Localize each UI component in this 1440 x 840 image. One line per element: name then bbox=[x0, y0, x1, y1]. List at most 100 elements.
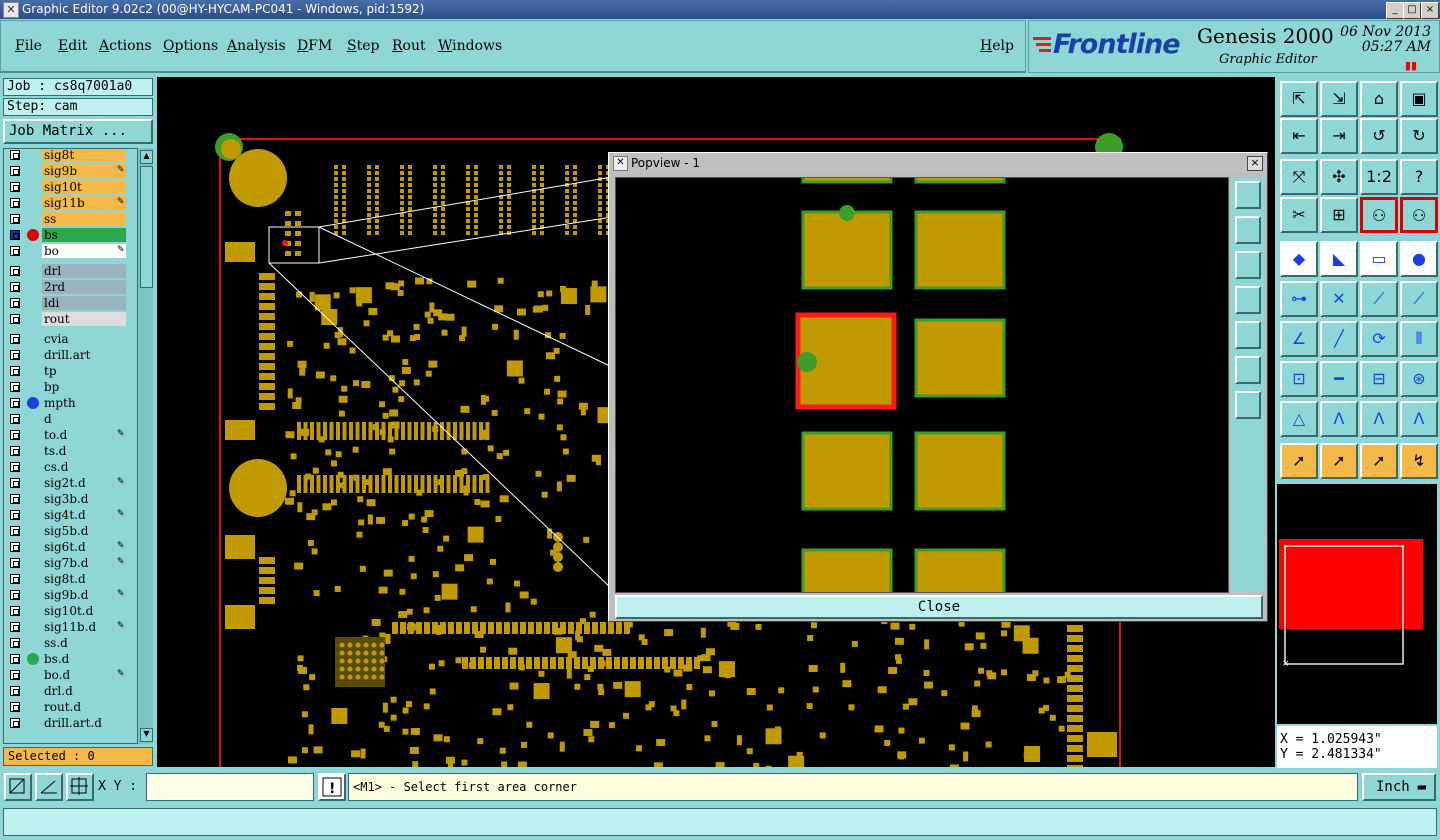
pan-right-icon[interactable]: ⇥ bbox=[1320, 118, 1358, 154]
layer-checkbox[interactable] bbox=[10, 298, 20, 308]
select-pad-icon[interactable]: ◆ bbox=[1280, 241, 1318, 277]
menu-windows[interactable]: Windows bbox=[438, 38, 502, 54]
scroll-thumb[interactable] bbox=[140, 166, 153, 288]
layer-checkbox[interactable] bbox=[10, 526, 20, 536]
layer-row-sig7b-d[interactable]: sig7b.d ✎ bbox=[4, 555, 144, 571]
overview-view[interactable]: × bbox=[1277, 484, 1437, 724]
layer-checkbox[interactable] bbox=[10, 446, 20, 456]
layer-checkbox[interactable] bbox=[10, 638, 20, 648]
layer-name[interactable]: sig11b bbox=[42, 196, 126, 210]
measure-ruler-icon[interactable]: ✂ bbox=[1280, 197, 1318, 233]
layer-row-sig10t-d[interactable]: sig10t.d bbox=[4, 603, 144, 619]
warning-icon[interactable]: ! bbox=[318, 773, 346, 801]
layer-checkbox[interactable] bbox=[10, 542, 20, 552]
layer-checkbox[interactable] bbox=[10, 382, 20, 392]
layer-name[interactable]: bo.d bbox=[42, 668, 126, 682]
layer-name[interactable]: rout.d bbox=[42, 700, 126, 714]
layer-row-mpth[interactable]: mpth bbox=[4, 395, 144, 411]
peak-select-icon[interactable]: Λ bbox=[1360, 401, 1398, 437]
layer-checkbox[interactable] bbox=[10, 574, 20, 584]
layer-row-ss-d[interactable]: ss.d bbox=[4, 635, 144, 651]
popview-titlebar[interactable]: ✕ Popview - 1 × bbox=[609, 153, 1267, 173]
ruler-icon[interactable]: ▭ bbox=[1360, 241, 1398, 277]
layer-checkbox[interactable] bbox=[10, 430, 20, 440]
layer-checkbox[interactable] bbox=[10, 622, 20, 632]
zoom-center-icon[interactable] bbox=[1235, 391, 1261, 419]
snap-mode-icon[interactable] bbox=[4, 773, 32, 801]
layer-name[interactable]: drl bbox=[42, 264, 126, 278]
pan-right-icon[interactable] bbox=[1235, 321, 1261, 349]
net-display-icon[interactable]: ⚇ bbox=[1360, 197, 1398, 233]
resize-pad-icon[interactable]: ⊟ bbox=[1360, 361, 1398, 397]
grid-icon[interactable]: ⊞ bbox=[1320, 197, 1358, 233]
layer-checkbox[interactable] bbox=[10, 150, 20, 160]
straight-line-icon[interactable]: ╱ bbox=[1320, 321, 1358, 357]
layer-row-sig5b-d[interactable]: sig5b.d bbox=[4, 523, 144, 539]
layer-row-sig11b[interactable]: sig11b ✎ bbox=[4, 195, 144, 211]
angle-line-icon[interactable]: ∠ bbox=[1280, 321, 1318, 357]
undo-view-icon[interactable]: ↺ bbox=[1360, 118, 1398, 154]
pointer-icon[interactable]: ➚ bbox=[1280, 443, 1318, 479]
layer-row-2rd[interactable]: 2rd bbox=[4, 279, 144, 295]
popview-close-icon[interactable]: × bbox=[1247, 156, 1263, 171]
layer-checkbox[interactable] bbox=[10, 334, 20, 344]
cross-move-icon[interactable]: ✕ bbox=[1320, 281, 1358, 317]
layer-name[interactable]: tp bbox=[42, 364, 126, 378]
layer-name[interactable]: sig9b bbox=[42, 164, 126, 178]
layer-checkbox[interactable] bbox=[10, 266, 20, 276]
layer-name[interactable]: ts.d bbox=[42, 444, 126, 458]
layer-row-sig2t-d[interactable]: sig2t.d ✎ bbox=[4, 475, 144, 491]
layer-checkbox[interactable] bbox=[10, 670, 20, 680]
zoom-home-icon[interactable] bbox=[1235, 356, 1261, 384]
minimize-button[interactable]: _ bbox=[1386, 2, 1404, 19]
layer-row-drl-d[interactable]: drl.d bbox=[4, 683, 144, 699]
layer-name[interactable]: sig5b.d bbox=[42, 524, 126, 538]
layer-row-cs-d[interactable]: cs.d bbox=[4, 459, 144, 475]
move-line-icon[interactable]: ⟋ bbox=[1400, 281, 1438, 317]
pad-place-icon[interactable]: ⊡ bbox=[1280, 361, 1318, 397]
peak-cross-icon[interactable]: Λ bbox=[1400, 401, 1438, 437]
layer-name[interactable]: sig8t bbox=[42, 149, 126, 162]
layer-name[interactable]: sig10t bbox=[42, 180, 126, 194]
layer-row-d[interactable]: d bbox=[4, 411, 144, 427]
layer-checkbox[interactable] bbox=[10, 510, 20, 520]
layer-checkbox[interactable] bbox=[10, 478, 20, 488]
layer-name[interactable]: d bbox=[42, 412, 126, 426]
pan-left-icon[interactable]: ⇤ bbox=[1280, 118, 1318, 154]
layer-checkbox[interactable] bbox=[10, 686, 20, 696]
layer-checkbox[interactable] bbox=[10, 166, 20, 176]
zoom-center-icon[interactable]: ✣ bbox=[1320, 159, 1358, 195]
menu-actions[interactable]: Actions bbox=[99, 38, 152, 54]
fill-pad-icon[interactable]: ● bbox=[1400, 241, 1438, 277]
pointer-box-icon[interactable]: ➚ bbox=[1320, 443, 1358, 479]
job-matrix-button[interactable]: Job Matrix ... bbox=[3, 119, 153, 144]
close-window-button[interactable]: × bbox=[1421, 2, 1439, 19]
layer-checkbox[interactable] bbox=[10, 230, 20, 240]
layer-name[interactable]: drl.d bbox=[42, 684, 126, 698]
layer-row-sig4t-d[interactable]: sig4t.d ✎ bbox=[4, 507, 144, 523]
layer-name[interactable]: to.d bbox=[42, 428, 126, 442]
net-select-icon[interactable]: ⚇ bbox=[1400, 197, 1438, 233]
layer-name[interactable]: bo bbox=[42, 244, 126, 258]
layer-list-scrollbar[interactable]: ▲ ▼ bbox=[137, 148, 153, 744]
menu-edit[interactable]: Edit bbox=[58, 38, 87, 54]
layer-checkbox[interactable] bbox=[10, 366, 20, 376]
measure-mode-icon[interactable] bbox=[35, 773, 63, 801]
zoomed-pads[interactable] bbox=[616, 172, 1228, 628]
layer-name[interactable]: bs bbox=[42, 228, 126, 242]
menu-file[interactable]: File bbox=[15, 38, 42, 54]
redraw-icon[interactable]: ↻ bbox=[1400, 118, 1438, 154]
menu-step[interactable]: Step bbox=[347, 38, 379, 54]
layer-name[interactable]: cs.d bbox=[42, 460, 126, 474]
layer-row-sig9b[interactable]: sig9b ✎ bbox=[4, 163, 144, 179]
scale-1-2-icon[interactable]: 1:2 bbox=[1360, 159, 1398, 195]
app-icon[interactable]: ✕ bbox=[3, 2, 19, 18]
layer-row-tp[interactable]: tp bbox=[4, 363, 144, 379]
layer-row-ts-d[interactable]: ts.d bbox=[4, 443, 144, 459]
layer-name[interactable]: sig4t.d bbox=[42, 508, 126, 522]
zoom-window-icon[interactable]: ⇲ bbox=[1320, 81, 1358, 117]
layer-checkbox[interactable] bbox=[10, 494, 20, 504]
layer-row-drl[interactable]: drl bbox=[4, 263, 144, 279]
layer-name[interactable]: sig8t.d bbox=[42, 572, 126, 586]
layer-name[interactable]: drill.art bbox=[42, 348, 126, 362]
